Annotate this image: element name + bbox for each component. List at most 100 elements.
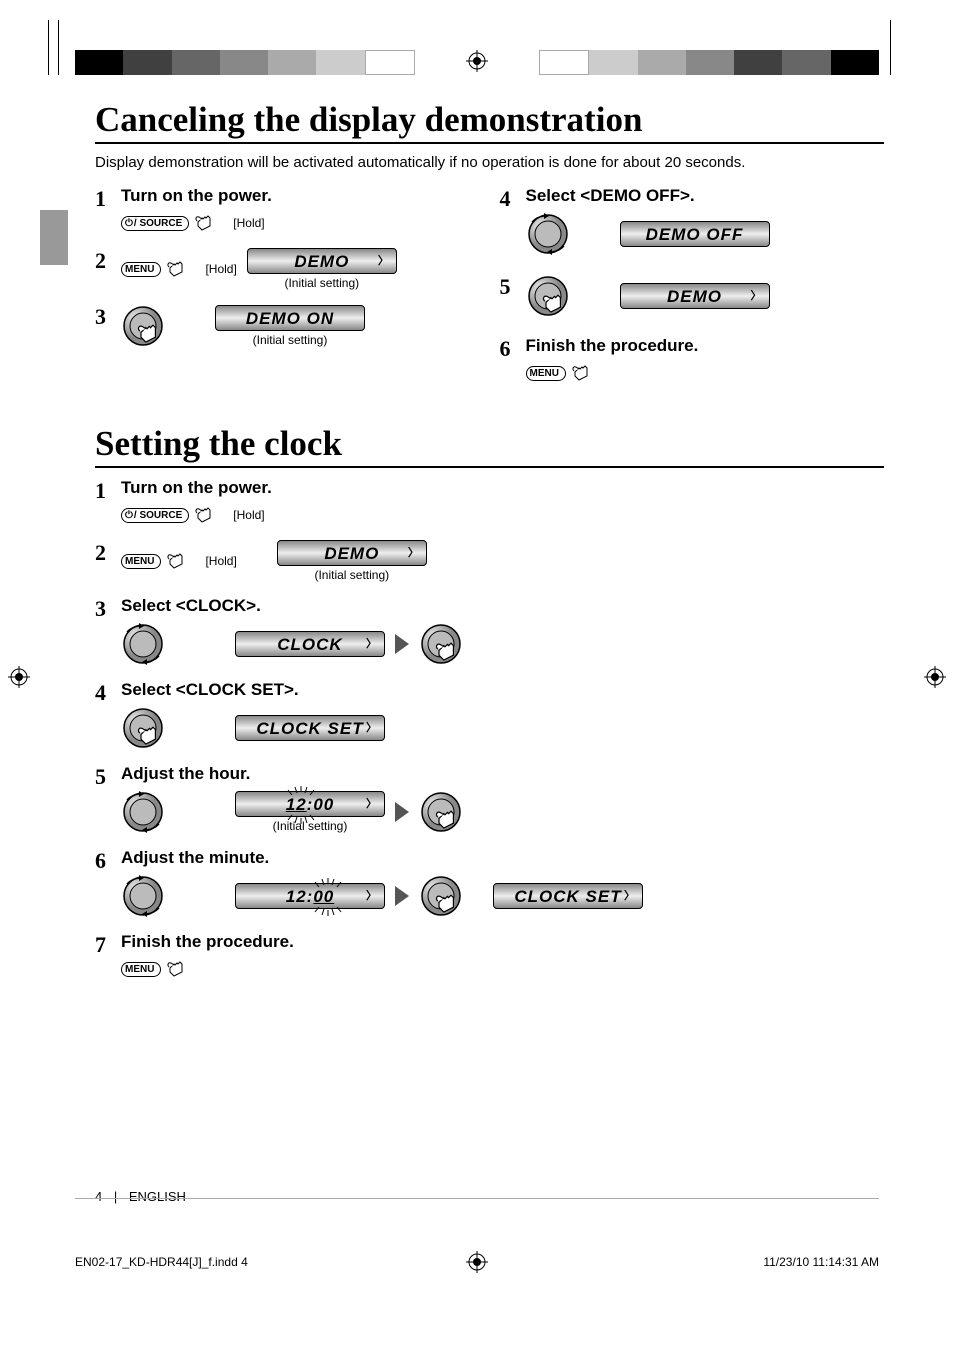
- step-title: Select <DEMO OFF>.: [526, 186, 885, 206]
- menu-button: MENU: [526, 366, 566, 381]
- chevron-right-icon: 〉: [366, 791, 378, 817]
- chevron-right-icon: 〉: [366, 715, 378, 741]
- lcd-display: DEMO〉: [277, 540, 427, 566]
- swatch: [268, 50, 316, 75]
- clock-step-4: 4 Select <CLOCK SET>. CLOCK SET〉: [95, 680, 884, 750]
- step-number: 2: [95, 540, 121, 582]
- knob-press-icon: [419, 790, 463, 834]
- tap-hand-icon: [171, 258, 193, 280]
- lcd-display: DEMO ON: [215, 305, 365, 331]
- chevron-right-icon: 〉: [751, 283, 763, 309]
- heading-cancel-demo: Canceling the display demonstration: [95, 100, 884, 144]
- swatch: [831, 50, 879, 75]
- chevron-right-icon: 〉: [378, 248, 390, 274]
- lcd-display: DEMO〉: [247, 248, 397, 274]
- printer-marks-top: [0, 20, 954, 80]
- step-5: 5 DEMO〉: [500, 274, 885, 318]
- menu-button: MENU: [121, 554, 161, 569]
- step-title: Finish the procedure.: [121, 932, 884, 952]
- swatch: [589, 50, 637, 75]
- crop-mark: [48, 20, 49, 75]
- step-number: 7: [95, 932, 121, 980]
- swatch: [365, 50, 415, 75]
- swatch: [172, 50, 220, 75]
- cancel-demo-col-right: 4 Select <DEMO OFF>. DEMO OFF 5: [500, 186, 885, 402]
- step-2: 2 MENU [Hold] DEMO〉 (Initial setting): [95, 248, 480, 290]
- imprint-file: EN02-17_KD-HDR44[J]_f.indd 4: [75, 1255, 248, 1269]
- clock-step-6: 6 Adjust the minute. 12:00〉 CLOCK SET〉: [95, 848, 884, 918]
- menu-button: MENU: [121, 962, 161, 977]
- arrow-right-icon: [395, 886, 409, 906]
- step-number: 4: [500, 186, 526, 256]
- registration-mark-icon: [466, 50, 488, 72]
- clock-step-7: 7 Finish the procedure. MENU: [95, 932, 884, 980]
- swatch: [782, 50, 830, 75]
- lcd-display: CLOCK SET〉: [235, 715, 385, 741]
- lcd-display: 12:00〉: [235, 791, 385, 817]
- chevron-right-icon: 〉: [624, 883, 636, 909]
- power-icon: ⏻: [125, 510, 133, 521]
- power-source-button: ⏻/ SOURCE: [121, 216, 189, 231]
- registration-mark-icon: [466, 1251, 488, 1273]
- page-side-tab: [40, 210, 68, 265]
- step-number: 6: [95, 848, 121, 918]
- step-number: 3: [95, 596, 121, 666]
- chevron-right-icon: 〉: [366, 631, 378, 657]
- knob-press-icon: [121, 706, 165, 750]
- tap-hand-icon: [576, 362, 598, 384]
- color-bar-left: [75, 50, 415, 75]
- arrow-right-icon: [395, 802, 409, 822]
- step-number: 6: [500, 336, 526, 384]
- knob-press-icon: [526, 274, 570, 318]
- swatch: [316, 50, 364, 75]
- intro-text: Display demonstration will be activated …: [95, 154, 884, 171]
- step-title: Turn on the power.: [121, 186, 480, 206]
- step-number: 2: [95, 248, 121, 290]
- clock-step-5: 5 Adjust the hour. 12:00〉 (Initial setti…: [95, 764, 884, 834]
- swatch: [75, 50, 123, 75]
- clock-step-3: 3 Select <CLOCK>. CLOCK〉: [95, 596, 884, 666]
- step-number: 5: [500, 274, 526, 318]
- step-1: 1 Turn on the power. ⏻/ SOURCE [Hold]: [95, 186, 480, 234]
- hold-label: [Hold]: [233, 508, 264, 522]
- tap-hand-icon: [199, 212, 221, 234]
- lcd-caption: (Initial setting): [215, 333, 365, 347]
- tap-hand-icon: [171, 958, 193, 980]
- hold-label: [Hold]: [205, 554, 236, 568]
- step-3: 3 DEMO ON (Initial setting): [95, 304, 480, 348]
- chevron-right-icon: 〉: [366, 883, 378, 909]
- lcd-display: DEMO〉: [620, 283, 770, 309]
- swatch: [734, 50, 782, 75]
- knob-turn-icon: [121, 874, 165, 918]
- swatch: [123, 50, 171, 75]
- lcd-display: 12:00〉: [235, 883, 385, 909]
- step-title: Select <CLOCK SET>.: [121, 680, 884, 700]
- tap-hand-icon: [199, 504, 221, 526]
- lcd-display: CLOCK SET〉: [493, 883, 643, 909]
- crop-mark: [58, 20, 59, 75]
- registration-mark-icon: [924, 666, 946, 688]
- power-source-button: ⏻/ SOURCE: [121, 508, 189, 523]
- chevron-right-icon: 〉: [408, 540, 420, 566]
- crop-mark: [890, 20, 891, 75]
- power-icon: ⏻: [125, 218, 133, 229]
- step-number: 4: [95, 680, 121, 750]
- step-4: 4 Select <DEMO OFF>. DEMO OFF: [500, 186, 885, 256]
- step-number: 1: [95, 186, 121, 234]
- swatch: [220, 50, 268, 75]
- registration-mark-icon: [8, 666, 30, 688]
- step-title: Adjust the hour.: [121, 764, 884, 784]
- step-6: 6 Finish the procedure. MENU: [500, 336, 885, 384]
- step-number: 3: [95, 304, 121, 348]
- step-number: 1: [95, 478, 121, 526]
- knob-turn-icon: [121, 790, 165, 834]
- imprint-date: 11/23/10 11:14:31 AM: [763, 1255, 879, 1269]
- step-number: 5: [95, 764, 121, 834]
- step-title: Adjust the minute.: [121, 848, 884, 868]
- clock-step-2: 2 MENU [Hold] DEMO〉 (Initial setting): [95, 540, 884, 582]
- page-content: Canceling the display demonstration Disp…: [95, 100, 884, 1234]
- set-clock-steps: 1 Turn on the power. ⏻/ SOURCE [Hold] 2 …: [95, 478, 884, 980]
- swatch: [539, 50, 589, 75]
- lcd-caption: (Initial setting): [277, 568, 427, 582]
- lcd-caption: (Initial setting): [235, 819, 385, 833]
